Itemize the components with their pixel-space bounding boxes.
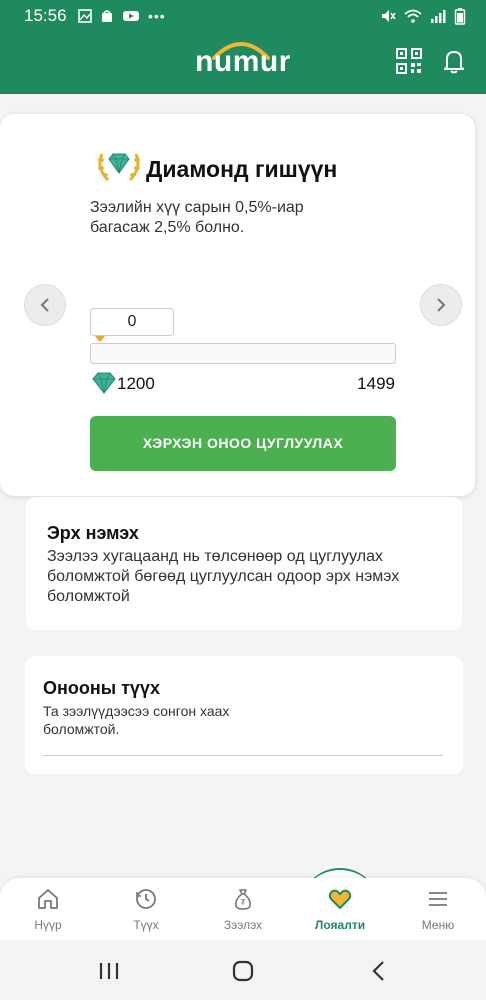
system-navigation-bar (0, 940, 486, 1000)
menu-icon (429, 892, 447, 906)
how-to-collect-points-button[interactable]: ХЭРХЭН ОНОО ЦУГЛУУЛАХ (90, 416, 396, 471)
range-min-points: 1200 (117, 374, 155, 393)
diamond-laurel-icon (98, 153, 140, 182)
add-rights-title: Эрх нэмэх (47, 523, 139, 543)
nav-label-home: Нүүр (34, 918, 62, 932)
home-system-icon[interactable] (231, 960, 255, 982)
back-icon[interactable] (368, 960, 392, 982)
gallery-icon (78, 9, 92, 23)
tier-title: Диамонд гишүүн (146, 156, 338, 182)
current-points-badge: 0 (90, 308, 174, 336)
progress-pointer-icon (95, 336, 105, 342)
wifi-icon (404, 9, 422, 23)
history-icon (136, 889, 156, 909)
shopping-bag-icon (102, 10, 112, 22)
chevron-right-icon (437, 298, 446, 312)
svg-text:₮: ₮ (240, 898, 246, 907)
recent-apps-icon[interactable] (97, 960, 121, 982)
range-max-points: 1499 (357, 374, 395, 393)
nav-item-loan[interactable]: ₮ Зээлэх (203, 878, 283, 940)
nav-label-menu: Меню (421, 918, 455, 932)
nav-item-loyalty[interactable]: Лояалти (300, 878, 380, 940)
points-history-text: Та зээлүүдээсээ сонгон хаах боломжтой. (43, 703, 230, 737)
status-time: 15:56 (24, 6, 67, 25)
signal-icon (431, 10, 446, 23)
nav-label-loyalty: Лояалти (314, 918, 366, 932)
status-bar: 15:56 ••• (0, 0, 486, 32)
add-rights-text: Зээлээ хугацаанд нь төлсөнөөр од цуглуул… (47, 548, 400, 605)
add-rights-card[interactable]: Эрх нэмэх Зээлээ хугацаанд нь төлсөнөөр … (26, 497, 462, 630)
points-history-card[interactable]: Онооны түүх Та зээлүүдээсээ сонгон хаах … (25, 656, 463, 774)
nav-label-loan: Зээлэх (223, 918, 263, 932)
heart-icon (328, 889, 352, 910)
points-history-title: Онооны түүх (43, 678, 160, 698)
nav-label-history: Түүх (133, 918, 159, 932)
points-progress-bar (90, 343, 396, 364)
mute-icon (382, 10, 396, 22)
battery-icon (454, 8, 466, 25)
app-header: 15:56 ••• numur (0, 0, 486, 94)
youtube-icon (123, 11, 139, 21)
more-notifications-icon: ••• (148, 8, 166, 24)
chevron-left-icon (40, 298, 49, 312)
tier-description: Зээлийн хүү сарын 0,5%-иар багасаж 2,5% … (90, 199, 304, 236)
money-bag-icon: ₮ (235, 889, 251, 910)
diamond-icon (92, 372, 116, 394)
home-icon (38, 889, 58, 909)
bottom-navigation: Нүүр Түүх ₮ Зээлэх Лояалти Меню (0, 878, 486, 940)
prev-tier-button[interactable] (24, 284, 66, 326)
notification-bell-icon[interactable] (440, 47, 468, 75)
qr-code-icon[interactable] (395, 47, 423, 75)
nav-item-history[interactable]: Түүх (106, 878, 186, 940)
nav-item-home[interactable]: Нүүр (8, 878, 88, 940)
next-tier-button[interactable] (420, 284, 462, 326)
nav-item-menu[interactable]: Меню (398, 878, 478, 940)
divider (43, 755, 443, 756)
